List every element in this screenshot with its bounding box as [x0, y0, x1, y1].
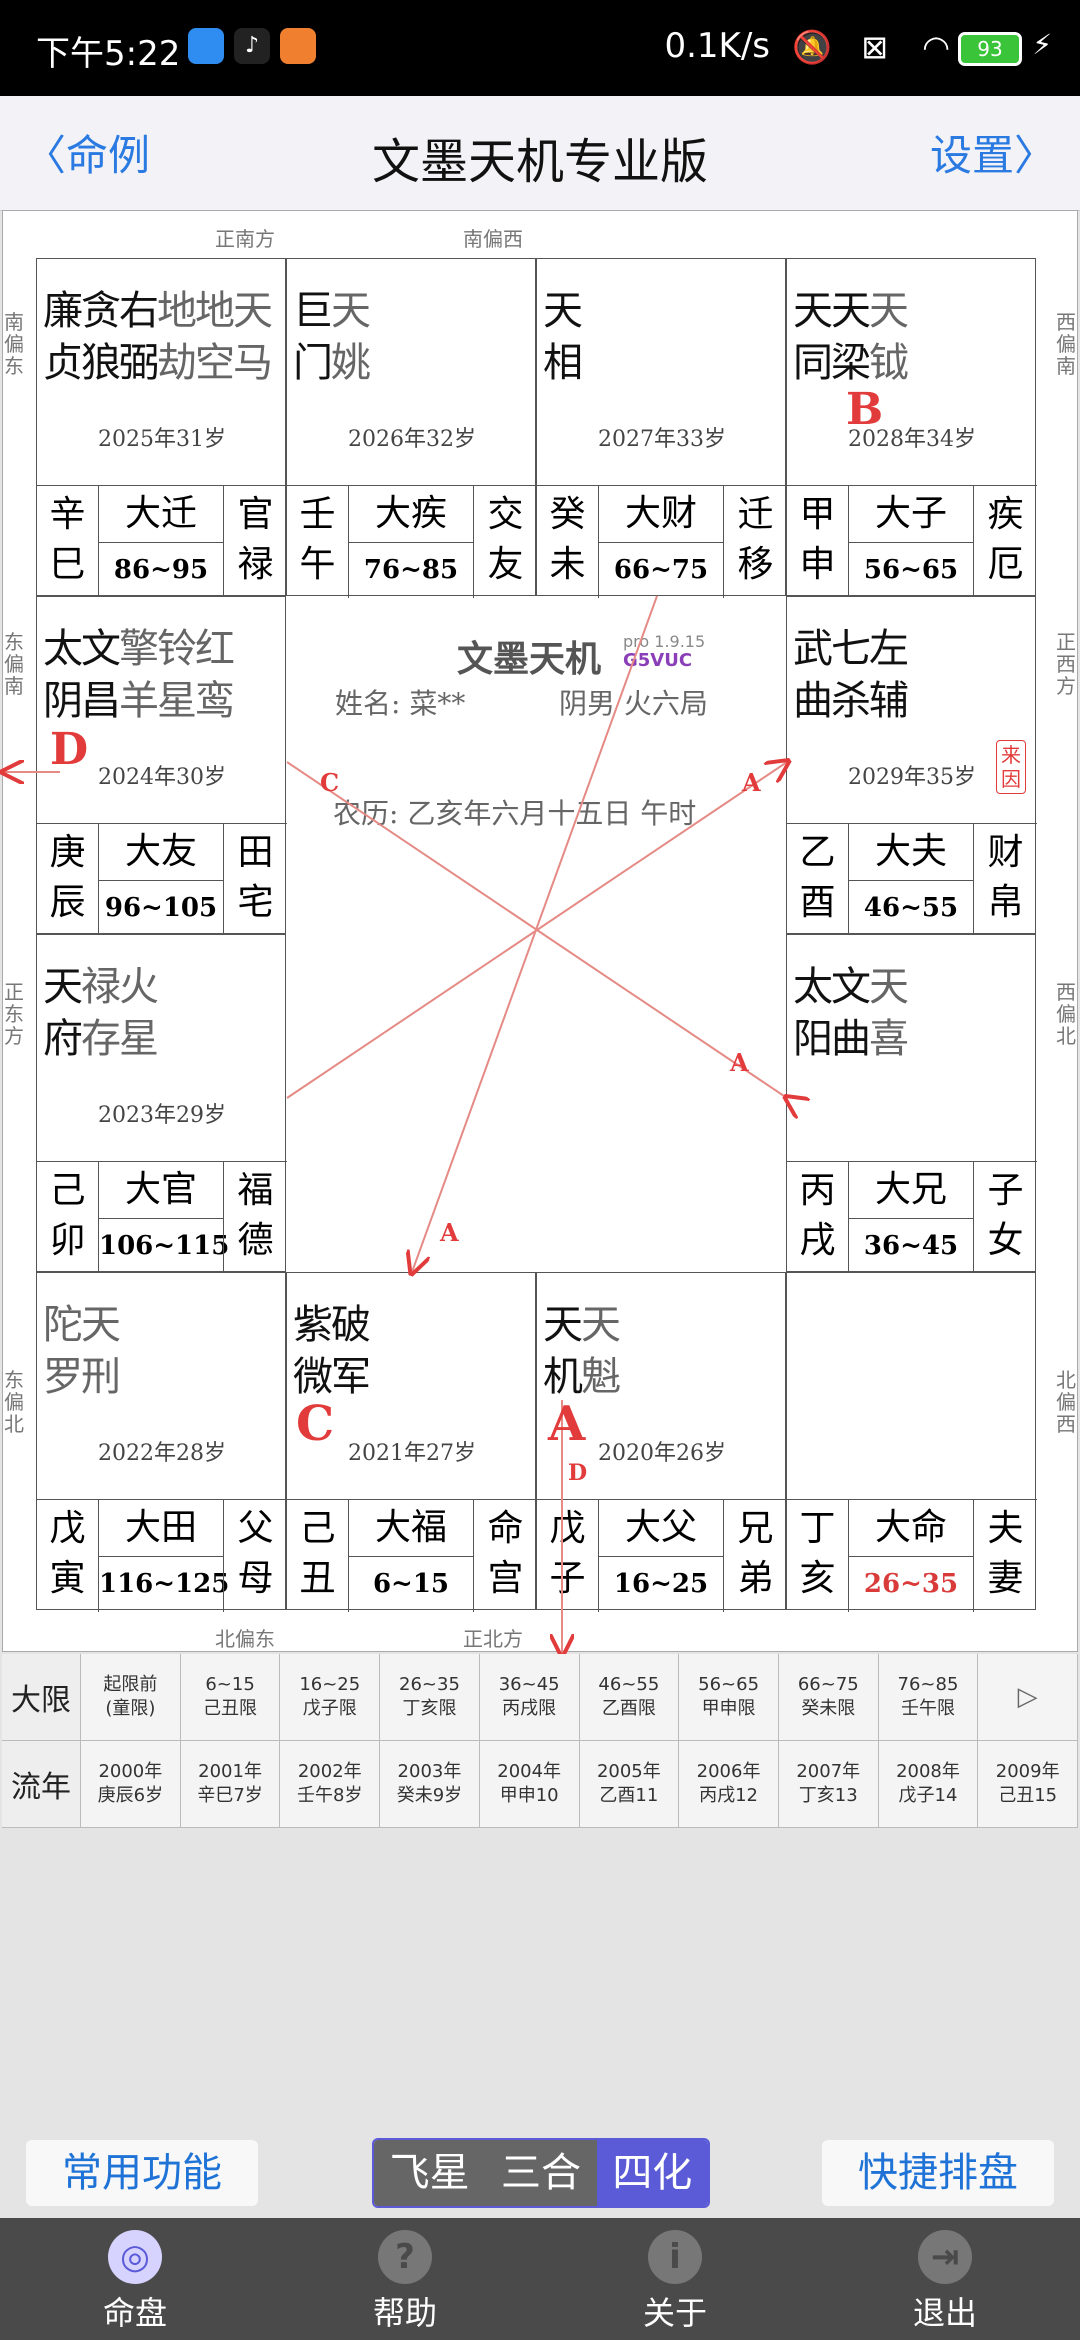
sihua-arrows	[0, 595, 1080, 1660]
daxian-label: 大限	[2, 1654, 81, 1740]
liunian-cell-text: 2003年	[397, 1761, 462, 1782]
daxian-row: 大限 起限前 (童限) 6~15 己丑限 16~25 戊子限 26~35 丁亥限 36~45 丙戌…	[2, 1654, 1079, 1741]
period-selector: 大限 起限前 (童限) 6~15 己丑限 16~25 戊子限 26~35 丁亥限 36~45 丙戌…	[2, 1654, 1079, 1828]
tab-about[interactable]: i 关于	[540, 2218, 810, 2340]
daxian-cell-text: 癸未限	[801, 1698, 856, 1719]
liunian-cell[interactable]: 2005年乙酉11	[579, 1741, 680, 1827]
exit-icon: ⇥	[918, 2230, 972, 2284]
daxian-cell[interactable]: 56~65 甲申限	[679, 1654, 779, 1740]
tab-label: 关于	[642, 2294, 707, 2332]
liunian-cell[interactable]: 2002年壬午8岁	[280, 1741, 381, 1827]
tab-label: 退出	[912, 2294, 977, 2332]
liunian-cell-text: 2005年	[596, 1761, 661, 1782]
daxian-cell-text: 76~85	[897, 1674, 959, 1695]
liunian-label: 流年	[2, 1741, 81, 1827]
liunian-cell-text: 2000年	[98, 1761, 163, 1782]
liunian-cell-text: 壬午8岁	[297, 1785, 363, 1806]
arrow-label: A	[730, 1048, 749, 1077]
daxian-cell[interactable]: 66~75 癸未限	[778, 1654, 879, 1740]
liunian-cell-text: 2006年	[696, 1761, 761, 1782]
daxian-cell[interactable]: 6~15 己丑限	[180, 1654, 281, 1740]
segment-feixing[interactable]: 飞星	[374, 2140, 486, 2206]
liunian-row: 流年 2000年 庚辰6岁 2001年 辛巳7岁 2002年 壬午8岁 2003年 癸未9岁 2…	[2, 1741, 1079, 1828]
liunian-cell-text: 2008年	[896, 1761, 960, 1782]
liunian-cell-text: 戊子14	[898, 1785, 958, 1806]
daxian-cell[interactable]: 36~45 丙戌限	[479, 1654, 580, 1740]
daxian-cell-text: 起限前	[103, 1674, 158, 1695]
daxian-cell-text: 26~35	[399, 1674, 460, 1695]
sihua-mark-d: D	[50, 724, 89, 775]
common-functions-button[interactable]: 常用功能	[26, 2140, 258, 2206]
liunian-cell-text: 2001年	[198, 1761, 262, 1782]
liunian-cell[interactable]: 2009年己丑15	[978, 1741, 1079, 1827]
daxian-cell-text: 乙酉限	[601, 1698, 656, 1719]
arrow-label: D	[568, 1460, 588, 1486]
tab-exit[interactable]: ⇥ 退出	[810, 2218, 1080, 2340]
liunian-cell-text: 丁亥13	[798, 1785, 858, 1806]
liunian-cell[interactable]: 2001年辛巳7岁	[180, 1741, 281, 1827]
segment-sanhe[interactable]: 三合	[485, 2140, 597, 2206]
daxian-cell[interactable]: ▷	[978, 1654, 1079, 1740]
liunian-cell[interactable]: 2004年甲申10	[479, 1741, 580, 1827]
segment-sihua[interactable]: 四化	[596, 2140, 708, 2206]
daxian-cell[interactable]: 76~85 壬午限	[878, 1654, 979, 1740]
liunian-cell-text: 辛巳7岁	[197, 1785, 263, 1806]
liunian-cell-text: 丙戌12	[699, 1785, 759, 1806]
liunian-cell[interactable]: 2003年癸未9岁	[380, 1741, 480, 1827]
daxian-cell-text: 6~15	[205, 1674, 255, 1695]
liunian-cell[interactable]: 2007年丁亥13	[778, 1741, 879, 1827]
tab-mingpan[interactable]: ◎ 命盘	[0, 2218, 270, 2340]
daxian-cell-text: 甲申限	[701, 1698, 756, 1719]
daxian-cell-text: 46~55	[598, 1674, 660, 1695]
liunian-cell[interactable]: 2008年戊子14	[878, 1741, 979, 1827]
info-icon: i	[648, 2230, 702, 2284]
liunian-cell-text: 癸未9岁	[396, 1785, 463, 1806]
liunian-cell-text: 2007年	[796, 1761, 861, 1782]
liunian-cell-text: 己丑15	[998, 1785, 1058, 1806]
daxian-cell-text: 56~65	[698, 1674, 760, 1695]
help-icon: ?	[378, 2230, 432, 2284]
daxian-cell-text: 壬午限	[900, 1698, 955, 1719]
quick-chart-button[interactable]: 快捷排盘	[822, 2140, 1054, 2206]
daxian-cell[interactable]: 16~25 戊子限	[280, 1654, 381, 1740]
arrow-label: C	[320, 768, 340, 797]
liunian-cell-text: 甲申10	[499, 1785, 559, 1806]
sihua-mark-c: C	[296, 1396, 335, 1452]
daxian-cell-text: 66~75	[797, 1674, 859, 1695]
daxian-cell-text: (童限)	[105, 1698, 156, 1719]
tab-help[interactable]: ? 帮助	[270, 2218, 540, 2340]
daxian-cell-text: 16~25	[299, 1674, 361, 1695]
daxian-cell-text: 丙戌限	[502, 1698, 557, 1719]
daxian-cell[interactable]: 起限前 (童限)	[81, 1654, 181, 1740]
daxian-cell[interactable]: 26~35 丁亥限	[380, 1654, 480, 1740]
daxian-cell-text: 丁亥限	[402, 1698, 457, 1719]
target-icon: ◎	[108, 2230, 162, 2284]
arrow-label: A	[742, 768, 761, 797]
liunian-cell-text: 2009年	[995, 1761, 1060, 1782]
mode-segmented-control: 飞星 三合 四化	[372, 2138, 710, 2208]
daxian-cell-text: 戊子限	[302, 1698, 357, 1719]
liunian-cell[interactable]: 2006年丙戌12	[679, 1741, 779, 1827]
tab-label: 命盘	[102, 2294, 167, 2332]
daxian-cell-text: 己丑限	[203, 1698, 258, 1719]
liunian-cell-text: 2004年	[497, 1761, 562, 1782]
liunian-cell-text: 2002年	[297, 1761, 362, 1782]
liunian-cell[interactable]: 2000年庚辰6岁	[81, 1741, 181, 1827]
laiyin-badge: 来因	[996, 740, 1026, 794]
liunian-cell-text: 乙酉11	[599, 1785, 659, 1806]
daxian-cell-text: ▷	[1017, 1682, 1038, 1712]
arrow-line	[412, 595, 658, 1272]
daxian-cell[interactable]: 46~55 乙酉限	[579, 1654, 680, 1740]
tab-label: 帮助	[372, 2294, 437, 2332]
liunian-cell-text: 庚辰6岁	[97, 1785, 164, 1806]
sihua-mark-b: B	[846, 384, 884, 435]
daxian-cell-text: 36~45	[498, 1674, 560, 1695]
sihua-mark-a: A	[548, 1396, 586, 1452]
arrow-label: A	[440, 1218, 459, 1247]
tab-bar: ◎ 命盘 ? 帮助 i 关于 ⇥ 退出	[0, 2218, 1080, 2340]
